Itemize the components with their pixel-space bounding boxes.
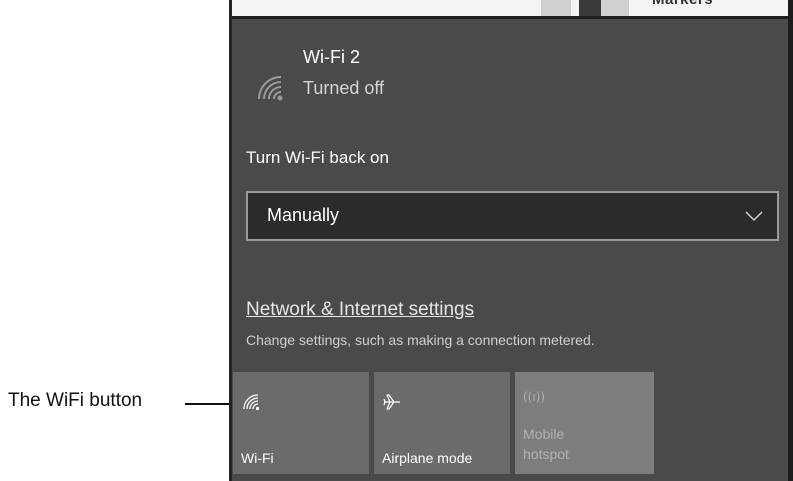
network-name: Wi-Fi 2: [303, 47, 360, 67]
network-flyout-panel: Markers Wi-Fi 2 Turned off Turn Wi-Fi ba…: [229, 0, 793, 481]
airplane-icon: [383, 394, 400, 410]
background-window-text: Markers: [652, 0, 713, 8]
annotation-label: The WiFi button: [8, 390, 143, 411]
network-status: Turned off: [303, 78, 385, 98]
wifi-signal-icon: [258, 76, 283, 101]
airplane-tile-label: Airplane mode: [382, 450, 473, 466]
chevron-down-icon: [745, 211, 763, 222]
hotspot-tile-label: Mobile hotspot: [523, 424, 569, 464]
wifi-toggle-button[interactable]: Wi-Fi: [233, 372, 369, 474]
panel-right-border: [788, 0, 793, 481]
annotation-pointer-line: [185, 403, 233, 405]
wifi-tile-label: Wi-Fi: [241, 450, 274, 466]
panel-top-border: [229, 16, 793, 19]
panel-left-border: [229, 0, 232, 481]
hotspot-label-line1: Mobile: [523, 426, 565, 442]
hotspot-label-line2: hotspot: [523, 446, 569, 462]
mobile-hotspot-button[interactable]: ((ı)) Mobile hotspot: [515, 372, 654, 474]
hotspot-icon: ((ı)): [523, 390, 546, 404]
turn-wifi-back-on-label: Turn Wi-Fi back on: [246, 148, 389, 167]
network-internet-settings-link[interactable]: Network & Internet settings: [246, 299, 474, 321]
turn-wifi-back-on-dropdown[interactable]: Manually: [246, 191, 779, 241]
dropdown-selected-value: Manually: [267, 205, 340, 225]
settings-description: Change settings, such as making a connec…: [246, 332, 595, 348]
airplane-mode-button[interactable]: Airplane mode: [374, 372, 510, 474]
wifi-icon: [243, 394, 260, 411]
